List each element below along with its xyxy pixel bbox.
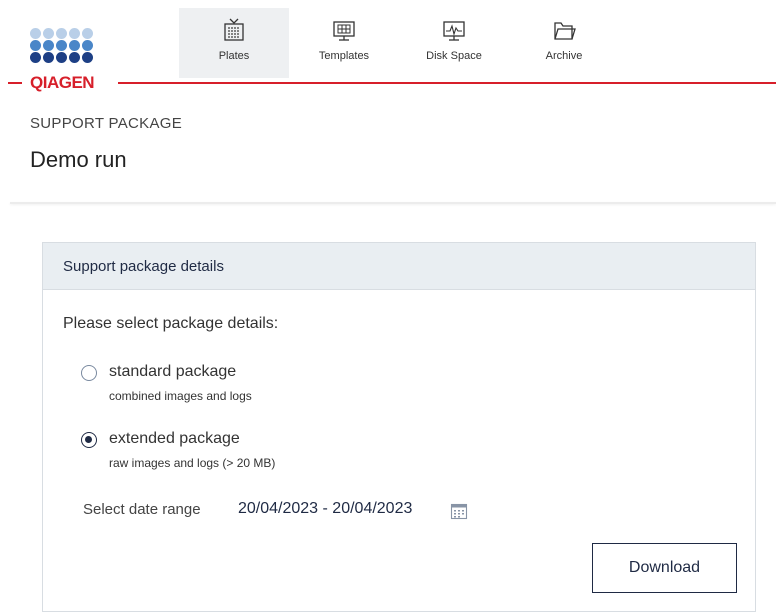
radio-standard-package[interactable] <box>81 365 97 381</box>
nav-label-plates: Plates <box>218 50 250 62</box>
option-description: raw images and logs (> 20 MB) <box>109 456 276 470</box>
support-package-card: Support package details Please select pa… <box>42 242 756 612</box>
nav-label-archive: Archive <box>545 50 583 62</box>
option-label: extended package <box>109 430 240 447</box>
nav-item-templates[interactable]: Templates <box>289 8 399 78</box>
logo-text: QIAGEN <box>30 73 95 92</box>
plate-icon <box>224 18 244 41</box>
nav-item-disk-space[interactable]: Disk Space <box>399 8 509 78</box>
date-range-value[interactable]: 20/04/2023 - 20/04/2023 <box>238 500 412 518</box>
nav-item-plates[interactable]: Plates <box>179 8 289 78</box>
download-button[interactable]: Download <box>592 543 737 593</box>
option-description: combined images and logs <box>109 389 252 403</box>
disk-space-icon <box>443 21 465 41</box>
card-header: Support package details <box>43 243 755 290</box>
nav-label-disk-space: Disk Space <box>426 50 482 62</box>
date-range-label: Select date range <box>83 501 201 518</box>
header-divider <box>10 202 776 204</box>
folder-icon <box>554 22 576 40</box>
template-icon <box>333 21 355 41</box>
nav-label-templates: Templates <box>318 50 370 62</box>
page-title: Demo run <box>30 147 127 172</box>
brand-line-right <box>118 82 776 84</box>
package-prompt: Please select package details: <box>63 315 279 332</box>
qiagen-logo: QIAGEN <box>30 28 106 92</box>
calendar-icon[interactable] <box>450 502 468 520</box>
nav-item-archive[interactable]: Archive <box>509 8 619 78</box>
app-header: QIAGEN Plates Templates Disk Space Archi… <box>0 0 776 92</box>
radio-extended-package[interactable] <box>81 432 97 448</box>
option-label: standard package <box>109 363 237 380</box>
date-range-row: Select date range 20/04/2023 - 20/04/202… <box>83 500 468 520</box>
brand-line-left <box>8 82 22 84</box>
page-subtitle: SUPPORT PACKAGE <box>30 115 183 132</box>
